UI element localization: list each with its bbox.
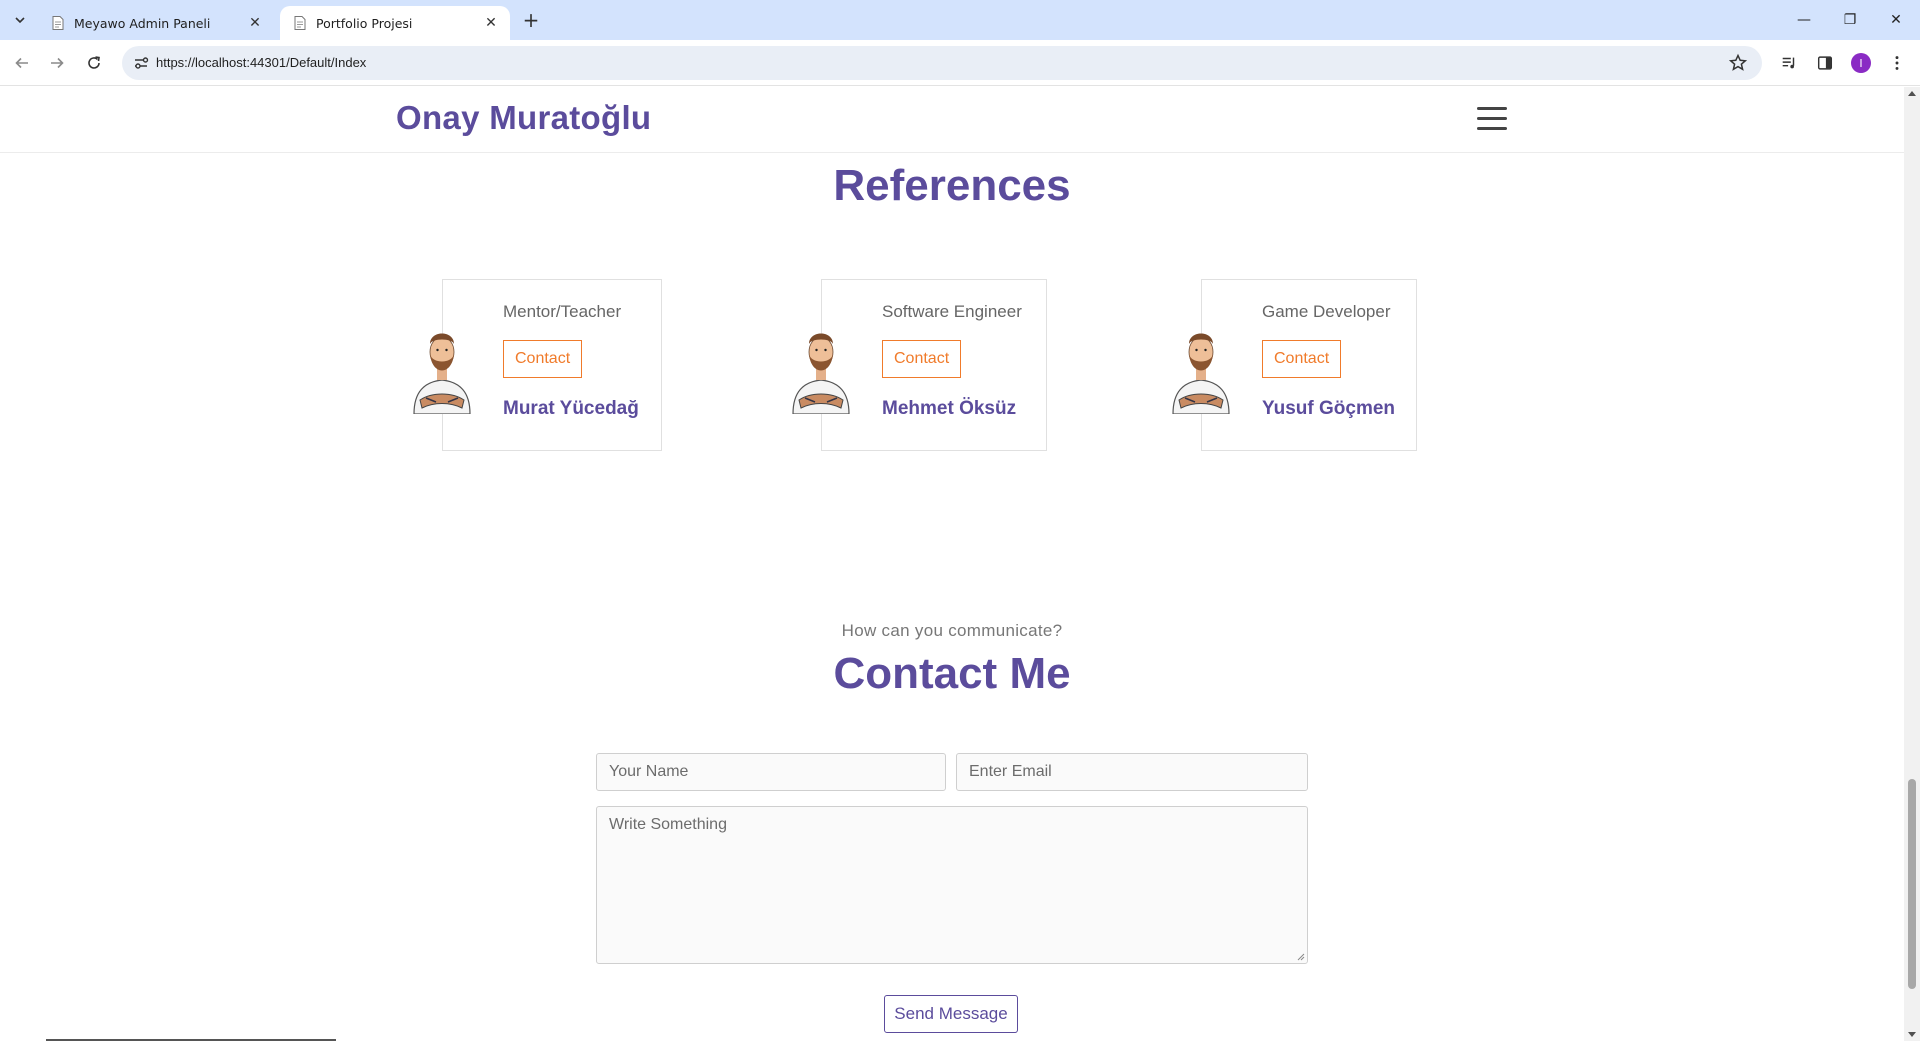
contact-title: Contact Me bbox=[833, 649, 1071, 698]
browser-toolbar: https://localhost:44301/Default/Index bbox=[0, 40, 1920, 86]
restore-button[interactable]: ❐ bbox=[1827, 0, 1873, 40]
media-icon[interactable] bbox=[1779, 53, 1799, 73]
side-panel-icon[interactable] bbox=[1815, 53, 1835, 73]
brand-logo[interactable]: Onay Muratoğlu bbox=[396, 99, 651, 137]
tab-close-icon[interactable]: ✕ bbox=[482, 14, 500, 32]
document-favicon-icon bbox=[52, 16, 64, 30]
tab-meyawo-admin[interactable]: Meyawo Admin Paneli ✕ bbox=[38, 6, 274, 40]
contact-button[interactable]: Contact bbox=[1262, 340, 1342, 378]
reload-icon[interactable] bbox=[82, 51, 106, 75]
scroll-up-icon[interactable] bbox=[1908, 91, 1916, 96]
url-text[interactable]: https://localhost:44301/Default/Index bbox=[156, 55, 366, 70]
message-placeholder: Write Something bbox=[609, 816, 727, 833]
avatar-icon bbox=[792, 333, 850, 414]
back-icon[interactable] bbox=[10, 51, 34, 75]
reference-role: Game Developer bbox=[1262, 302, 1391, 321]
reference-name: Murat Yücedağ bbox=[503, 398, 639, 419]
close-window-button[interactable]: ✕ bbox=[1873, 0, 1919, 40]
scroll-down-icon[interactable] bbox=[1908, 1032, 1916, 1037]
name-input[interactable]: Your Name bbox=[596, 753, 946, 791]
reference-role: Mentor/Teacher bbox=[503, 302, 622, 321]
contact-subtitle: How can you communicate? bbox=[841, 621, 1063, 640]
forward-icon[interactable] bbox=[45, 51, 69, 75]
resize-grip-icon[interactable] bbox=[1297, 953, 1305, 961]
address-bar[interactable]: https://localhost:44301/Default/Index bbox=[122, 46, 1762, 80]
tab-strip: Meyawo Admin Paneli ✕ Portfolio Projesi … bbox=[0, 0, 1920, 40]
references-title: References bbox=[833, 161, 1071, 210]
scroll-thumb[interactable] bbox=[1908, 779, 1916, 989]
message-textarea[interactable]: Write Something bbox=[596, 806, 1308, 964]
document-favicon-icon bbox=[294, 16, 306, 30]
tab-title: Portfolio Projesi bbox=[316, 15, 413, 31]
minimize-button[interactable]: — bbox=[1781, 0, 1827, 40]
menu-dots-icon[interactable] bbox=[1887, 53, 1907, 73]
page-scrollbar[interactable] bbox=[1904, 87, 1920, 1041]
send-message-button[interactable]: Send Message bbox=[884, 995, 1018, 1033]
tab-title: Meyawo Admin Paneli bbox=[74, 15, 211, 31]
contact-button[interactable]: Contact bbox=[503, 340, 583, 378]
reference-name: Mehmet Öksüz bbox=[882, 398, 1017, 419]
site-header: Onay Muratoğlu bbox=[0, 87, 1904, 153]
tab-close-icon[interactable]: ✕ bbox=[246, 14, 264, 32]
contact-button[interactable]: Contact bbox=[882, 340, 962, 378]
tab-portfolio[interactable]: Portfolio Projesi ✕ bbox=[280, 6, 510, 40]
page-viewport: Onay Muratoğlu References Mentor/Teacher… bbox=[0, 87, 1904, 1041]
profile-avatar[interactable]: I bbox=[1851, 53, 1871, 73]
hamburger-icon[interactable] bbox=[1477, 107, 1507, 131]
new-tab-button[interactable]: + bbox=[520, 8, 542, 32]
avatar-icon bbox=[413, 333, 471, 414]
tab-list-icon[interactable] bbox=[8, 8, 32, 32]
star-icon[interactable] bbox=[1728, 53, 1748, 73]
reference-name: Yusuf Göçmen bbox=[1262, 398, 1396, 419]
reference-role: Software Engineer bbox=[882, 302, 1022, 321]
email-input[interactable]: Enter Email bbox=[956, 753, 1308, 791]
avatar-icon bbox=[1172, 333, 1230, 414]
site-info-icon[interactable] bbox=[132, 54, 150, 72]
